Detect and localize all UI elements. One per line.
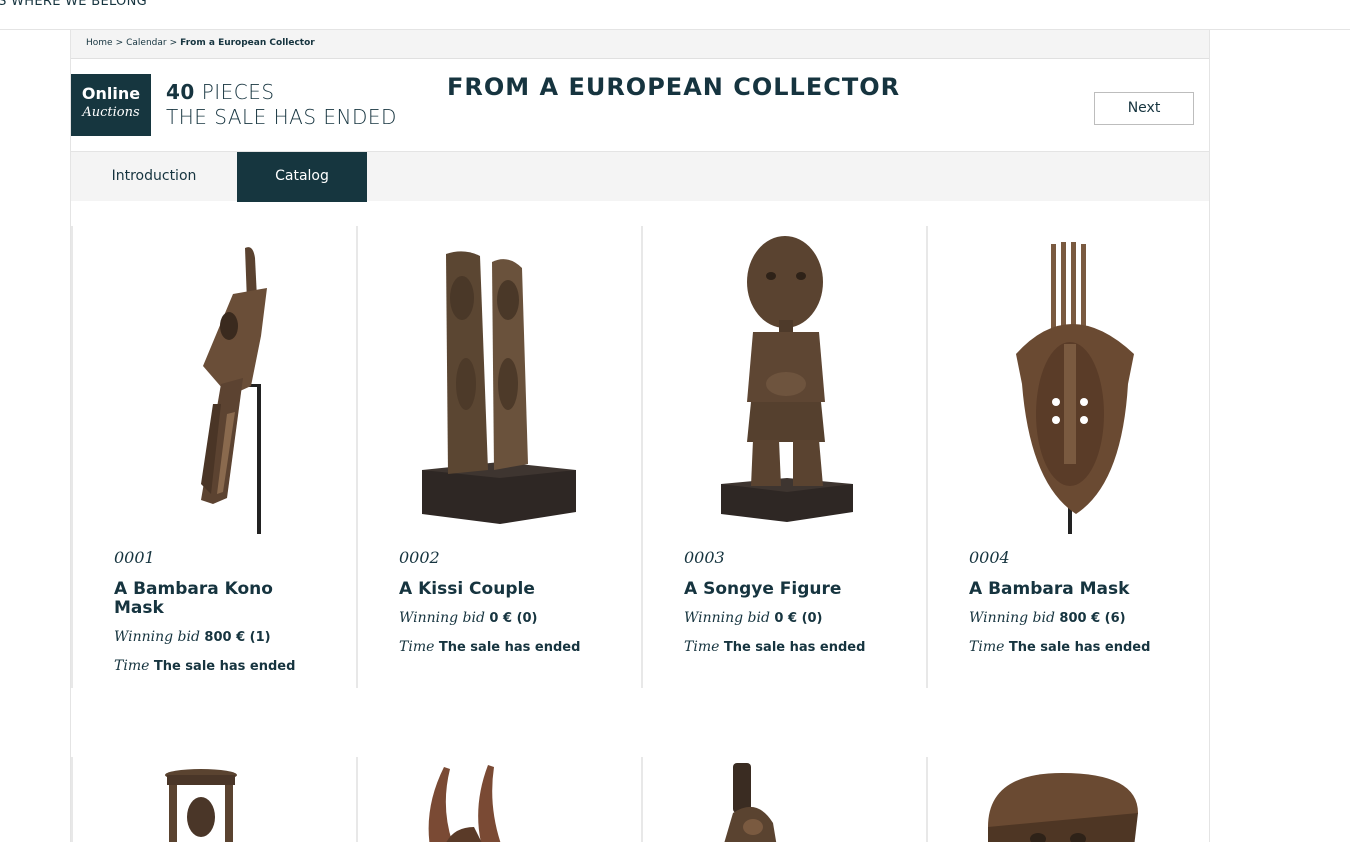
winning-bid-label: Winning bid (399, 610, 485, 626)
songye-figure-image[interactable] (643, 234, 926, 534)
breadcrumb-separator: > (115, 38, 124, 48)
time-value: The sale has ended (1008, 640, 1151, 655)
logo-line-2: Auctions (82, 105, 140, 120)
online-auctions-logo[interactable]: Online Auctions (71, 74, 151, 136)
tab-bar: Introduction Catalog (71, 151, 1209, 202)
tab-introduction[interactable]: Introduction (71, 152, 237, 202)
piece-count: 40 (166, 80, 195, 104)
tab-catalog[interactable]: Catalog (237, 152, 367, 202)
next-button[interactable]: Next (1094, 92, 1194, 125)
lot-number: 0004 (969, 548, 1010, 567)
lot-card[interactable]: 0004 A Bambara Mask Winning bid 800 € (6… (926, 226, 1210, 688)
lot-card[interactable]: 0003 A Songye Figure Winning bid 0 € (0)… (641, 226, 926, 688)
lot-card[interactable] (356, 757, 641, 842)
lot-card[interactable] (71, 757, 356, 842)
breadcrumb-calendar[interactable]: Calendar (126, 38, 166, 48)
sale-title: FROM A EUROPEAN COLLECTOR (447, 73, 901, 101)
breadcrumb-separator: > (169, 38, 178, 48)
lot-card[interactable] (926, 757, 1210, 842)
lot-image[interactable] (358, 757, 641, 842)
winning-bid-value: 0 € (0) (489, 611, 538, 626)
time-status: Time The sale has ended (399, 639, 580, 655)
top-bar: IS WHERE WE BELONG (0, 0, 1350, 30)
bambara-kono-mask-image[interactable] (73, 234, 356, 534)
time-label: Time (114, 658, 150, 674)
winning-bid-value: 800 € (1) (204, 630, 271, 645)
lot-number: 0003 (684, 548, 725, 567)
lot-image[interactable] (928, 757, 1210, 842)
breadcrumb-current: From a European Collector (180, 38, 315, 48)
lot-title[interactable]: A Bambara Mask (969, 580, 1169, 599)
time-value: The sale has ended (153, 659, 296, 674)
time-value: The sale has ended (438, 640, 581, 655)
time-status: Time The sale has ended (969, 639, 1150, 655)
winning-bid: Winning bid 0 € (0) (684, 610, 823, 626)
lot-title[interactable]: A Kissi Couple (399, 580, 599, 599)
piece-count-label: PIECES (201, 80, 275, 104)
lot-number: 0001 (114, 548, 155, 567)
breadcrumb-home[interactable]: Home (86, 38, 113, 48)
winning-bid-value: 800 € (6) (1059, 611, 1126, 626)
time-label: Time (684, 639, 720, 655)
lot-number: 0002 (399, 548, 440, 567)
bambara-mask-image[interactable] (928, 234, 1210, 534)
lot-title[interactable]: A Bambara Kono Mask (114, 580, 314, 618)
kissi-couple-image[interactable] (358, 234, 641, 534)
lot-card[interactable]: 0001 A Bambara Kono Mask Winning bid 800… (71, 226, 356, 688)
logo-line-1: Online (81, 84, 141, 103)
time-label: Time (969, 639, 1005, 655)
lot-card[interactable]: 0002 A Kissi Couple Winning bid 0 € (0) … (356, 226, 641, 688)
time-value: The sale has ended (723, 640, 866, 655)
breadcrumb: Home > Calendar > From a European Collector (71, 30, 1209, 59)
lot-image[interactable] (73, 757, 356, 842)
winning-bid: Winning bid 800 € (6) (969, 610, 1126, 626)
time-label: Time (399, 639, 435, 655)
winning-bid: Winning bid 800 € (1) (114, 629, 271, 645)
sale-summary: 40 PIECES THE SALE HAS ENDED (166, 80, 397, 130)
lot-image[interactable] (643, 757, 926, 842)
site-tagline: IS WHERE WE BELONG (0, 0, 147, 9)
main-container: Home > Calendar > From a European Collector … (70, 30, 1210, 842)
winning-bid: Winning bid 0 € (0) (399, 610, 538, 626)
time-status: Time The sale has ended (114, 658, 295, 674)
winning-bid-label: Winning bid (969, 610, 1055, 626)
winning-bid-label: Winning bid (684, 610, 770, 626)
winning-bid-label: Winning bid (114, 629, 200, 645)
lot-card[interactable] (641, 757, 926, 842)
sale-status: THE SALE HAS ENDED (166, 105, 397, 129)
time-status: Time The sale has ended (684, 639, 865, 655)
lot-title[interactable]: A Songye Figure (684, 580, 884, 599)
winning-bid-value: 0 € (0) (774, 611, 823, 626)
